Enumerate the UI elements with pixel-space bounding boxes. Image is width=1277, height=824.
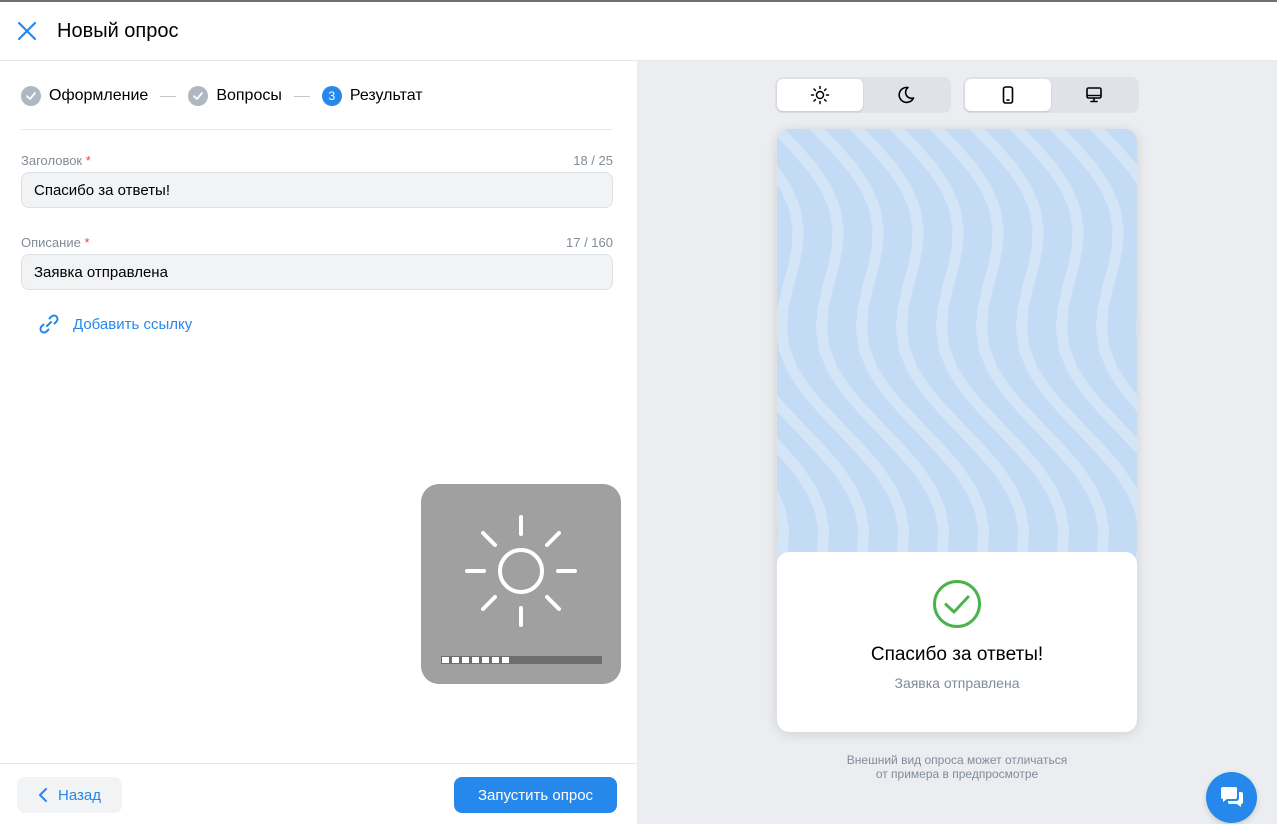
brightness-segment	[471, 656, 480, 664]
check-icon	[26, 92, 36, 100]
brightness-segment	[461, 656, 470, 664]
preview-panel: Спасибо за ответы! Заявка отправлена Вне…	[637, 61, 1277, 824]
close-button[interactable]	[14, 18, 40, 44]
add-link-label: Добавить ссылку	[73, 315, 193, 333]
sun-icon	[810, 85, 830, 105]
step-design[interactable]: Оформление	[21, 86, 148, 106]
footer: Назад Запустить опрос	[0, 763, 637, 824]
title-field-label: Заголовок *	[21, 153, 91, 168]
editor-panel: Оформление Вопросы 3 Результат Заголовок…	[0, 61, 637, 824]
result-card: Спасибо за ответы! Заявка отправлена	[777, 552, 1137, 732]
wave-pattern-background	[777, 129, 1137, 569]
step-label: Оформление	[49, 87, 149, 104]
add-link-button[interactable]: Добавить ссылку	[38, 313, 192, 335]
light-theme-button[interactable]	[777, 79, 863, 111]
title-char-counter: 18 / 25	[573, 153, 613, 168]
desktop-icon	[1086, 87, 1102, 103]
step-questions[interactable]: Вопросы	[188, 86, 282, 106]
brightness-segment	[481, 656, 490, 664]
link-icon	[39, 314, 59, 334]
step-result[interactable]: 3 Результат	[321, 86, 423, 106]
step-done-circle	[21, 86, 41, 106]
launch-survey-button[interactable]: Запустить опрос	[454, 777, 617, 813]
header: Новый опрос	[0, 2, 1277, 61]
stepper-divider	[21, 129, 612, 130]
brightness-segment	[491, 656, 500, 664]
chevron-left-icon	[39, 788, 47, 802]
required-mark: *	[84, 235, 90, 250]
page-title: Новый опрос	[57, 20, 179, 42]
mobile-view-button[interactable]	[965, 79, 1051, 111]
back-button-label: Назад	[58, 786, 101, 804]
description-field-label: Описание *	[21, 235, 90, 250]
disclaimer-line: от примера в предпросмотре	[875, 767, 1039, 781]
chat-bubbles-icon	[1220, 786, 1243, 807]
result-title: Спасибо за ответы!	[870, 644, 1044, 665]
brightness-segment	[451, 656, 460, 664]
brightness-level-bar	[441, 656, 602, 664]
brightness-segment	[441, 656, 450, 664]
close-icon	[17, 21, 37, 41]
step-done-circle	[188, 86, 209, 106]
required-mark: *	[85, 153, 91, 168]
description-char-counter: 17 / 160	[566, 235, 613, 250]
step-connector	[293, 95, 310, 97]
phone-preview: Спасибо за ответы! Заявка отправлена	[777, 129, 1137, 732]
success-check-icon	[933, 580, 981, 628]
step-label: Результат	[349, 87, 423, 104]
desktop-view-button[interactable]	[1051, 79, 1137, 111]
step-number-circle: 3	[321, 86, 342, 106]
theme-toggle	[775, 77, 951, 113]
step-label: Вопросы	[216, 87, 282, 104]
description-input[interactable]: Заявка отправлена	[21, 254, 613, 290]
check-icon	[193, 92, 204, 100]
brightness-hud	[421, 484, 621, 684]
dark-theme-button[interactable]	[863, 79, 949, 111]
brightness-sun-icon	[465, 515, 577, 627]
moon-icon	[898, 86, 915, 104]
phone-icon	[1002, 86, 1014, 104]
back-button[interactable]: Назад	[17, 777, 122, 813]
result-description: Заявка отправлена	[894, 675, 1020, 691]
stepper: Оформление Вопросы 3 Результат	[21, 85, 423, 107]
brightness-segment	[501, 656, 510, 664]
preview-disclaimer: Внешний вид опроса может отличаться от п…	[797, 753, 1117, 781]
wave-stripe	[777, 164, 910, 569]
chat-button[interactable]	[1206, 772, 1257, 823]
title-input[interactable]: Спасибо за ответы!	[21, 172, 613, 208]
disclaimer-line: Внешний вид опроса может отличаться	[846, 753, 1068, 767]
device-toggle	[963, 77, 1139, 113]
step-connector	[160, 95, 177, 97]
